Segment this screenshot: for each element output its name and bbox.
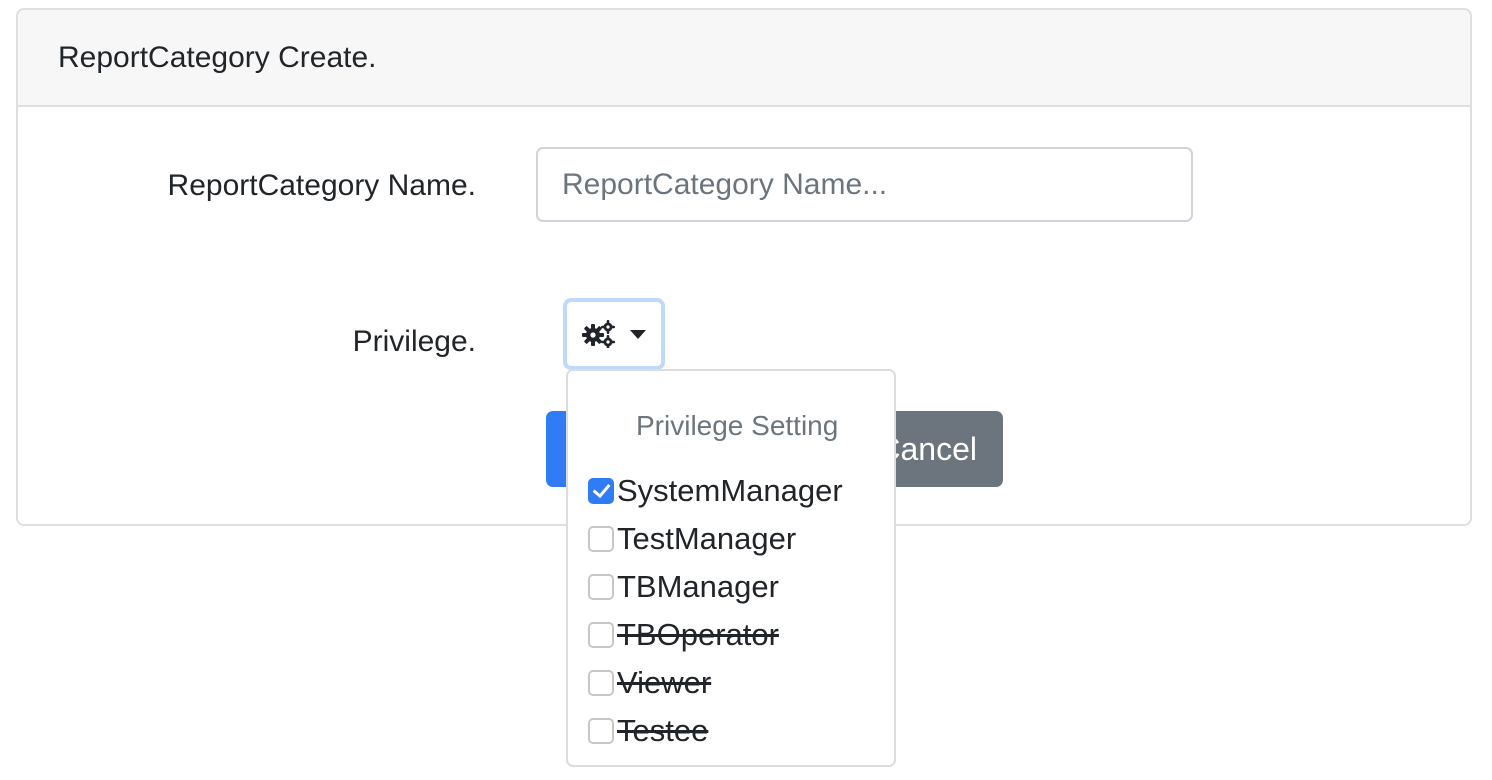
privilege-checkbox[interactable] (588, 526, 614, 552)
caret-down-icon (630, 329, 646, 339)
privilege-menu-header: Privilege Setting (636, 410, 839, 441)
gears-icon (582, 320, 616, 348)
privilege-checkbox[interactable] (588, 478, 614, 504)
privilege-item-label: TestManager (617, 521, 797, 556)
privilege-dropdown-menu: Privilege Setting SystemManager TestMana… (566, 369, 896, 767)
privilege-item-viewer[interactable]: Viewer (588, 659, 843, 707)
privilege-checkbox[interactable] (588, 574, 614, 600)
page-title: ReportCategory Create. (58, 41, 377, 74)
privilege-item-tboperator[interactable]: TBOperator (588, 611, 843, 659)
privilege-list: SystemManager TestManager TBManager TBOp… (588, 467, 843, 755)
privilege-checkbox[interactable] (588, 670, 614, 696)
privilege-checkbox[interactable] (588, 622, 614, 648)
privilege-item-label: TBOperator (617, 617, 779, 652)
privilege-label: Privilege. (352, 325, 476, 358)
privilege-item-testmanager[interactable]: TestManager (588, 515, 843, 563)
privilege-item-label: TBManager (617, 569, 779, 604)
privilege-item-systemmanager[interactable]: SystemManager (588, 467, 843, 515)
card-header: ReportCategory Create. (18, 10, 1470, 107)
privilege-item-tbmanager[interactable]: TBManager (588, 563, 843, 611)
privilege-item-label: SystemManager (617, 473, 843, 508)
privilege-dropdown-toggle[interactable] (563, 298, 665, 370)
name-input[interactable] (536, 147, 1193, 222)
privilege-item-label: Viewer (617, 665, 712, 700)
name-label: ReportCategory Name. (167, 169, 476, 202)
privilege-checkbox[interactable] (588, 718, 614, 744)
privilege-item-label: Testee (617, 713, 709, 748)
privilege-item-testee[interactable]: Testee (588, 707, 843, 755)
